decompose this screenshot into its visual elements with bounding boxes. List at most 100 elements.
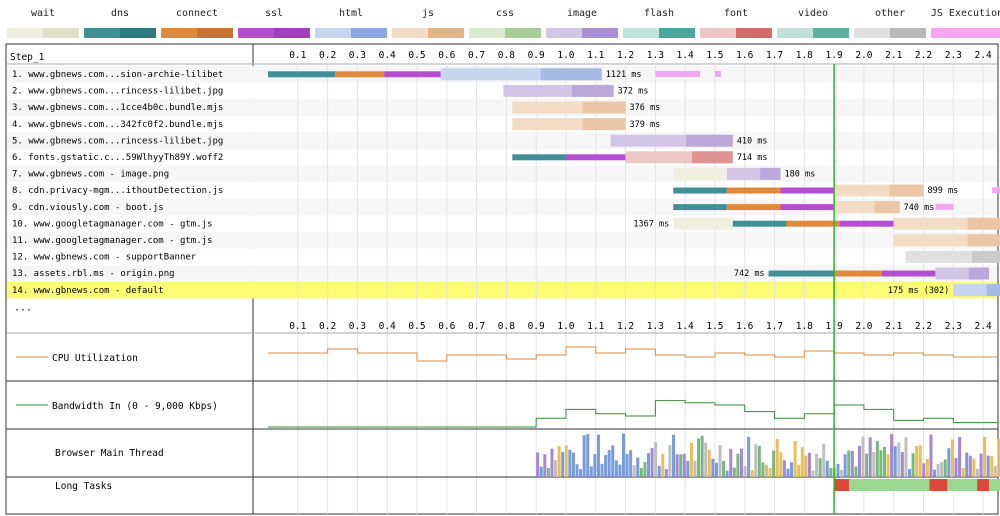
request-bar-segment-dns bbox=[673, 187, 727, 194]
main-thread-bar bbox=[586, 434, 590, 477]
main-thread-bar bbox=[961, 467, 965, 477]
x-tick-label-bottom: 0.4 bbox=[379, 321, 396, 332]
x-tick-label-top: 1.1 bbox=[587, 50, 604, 61]
x-tick-label-bottom: 2.0 bbox=[855, 321, 872, 332]
main-thread-bar bbox=[589, 466, 593, 477]
x-tick-label-bottom: 0.8 bbox=[498, 321, 515, 332]
main-thread-bar bbox=[600, 463, 604, 477]
main-thread-bar bbox=[790, 462, 794, 477]
x-tick-label-top: 0.7 bbox=[468, 50, 485, 61]
main-thread-bar bbox=[829, 468, 833, 477]
main-thread-bar bbox=[557, 446, 561, 477]
main-thread-bar bbox=[604, 455, 608, 477]
main-thread-bar bbox=[668, 445, 672, 477]
main-thread-bar bbox=[582, 435, 586, 477]
x-tick-label-top: 0.8 bbox=[498, 50, 515, 61]
main-thread-bar bbox=[632, 465, 636, 477]
x-tick-label-bottom: 1.1 bbox=[587, 321, 604, 332]
main-thread-bar bbox=[925, 459, 929, 477]
main-thread-bar bbox=[611, 445, 615, 477]
request-bar-download bbox=[760, 167, 781, 180]
step-label: Step_1 bbox=[10, 52, 45, 63]
main-thread-bar bbox=[865, 453, 869, 477]
main-thread-bar bbox=[686, 460, 690, 477]
x-tick-label-top: 2.1 bbox=[885, 50, 902, 61]
main-thread-bar bbox=[729, 448, 733, 477]
request-bar-segment-ssl bbox=[384, 71, 441, 78]
main-thread-bar bbox=[650, 448, 654, 477]
request-label: 7. www.gbnews.com - image.png bbox=[12, 170, 169, 180]
x-tick-label-top: 2.0 bbox=[855, 50, 872, 61]
request-bar-segment-dns bbox=[512, 154, 566, 161]
request-bar-download bbox=[874, 201, 900, 214]
main-thread-bar bbox=[689, 442, 693, 477]
main-thread-bar bbox=[943, 459, 947, 477]
main-thread-bar bbox=[614, 460, 618, 477]
main-thread-bar bbox=[554, 460, 558, 477]
main-thread-bar bbox=[850, 450, 854, 477]
request-bar-segment-wait bbox=[673, 167, 727, 180]
long-task-blocking bbox=[834, 479, 850, 491]
main-thread-bar bbox=[786, 468, 790, 477]
main-thread-bar bbox=[571, 452, 575, 477]
main-thread-bar bbox=[904, 437, 908, 477]
x-tick-label-top: 1.0 bbox=[557, 50, 574, 61]
ellipsis: ... bbox=[14, 302, 32, 313]
request-duration: 376 ms bbox=[630, 103, 661, 113]
request-bar-download bbox=[571, 84, 614, 97]
request-duration: 899 ms bbox=[928, 186, 959, 196]
request-bar-download bbox=[686, 134, 733, 147]
main-thread-bar bbox=[861, 436, 865, 477]
main-thread-bar bbox=[779, 452, 783, 477]
main-thread-bar bbox=[822, 443, 826, 477]
main-thread-bar bbox=[972, 458, 976, 477]
main-thread-bar bbox=[761, 462, 765, 477]
main-thread-bar bbox=[700, 435, 704, 477]
main-thread-bar bbox=[807, 452, 811, 477]
main-thread-bar bbox=[911, 453, 915, 477]
x-tick-label-bottom: 1.4 bbox=[677, 321, 694, 332]
x-tick-label-top: 1.2 bbox=[617, 50, 634, 61]
main-thread-bar bbox=[800, 447, 804, 477]
main-thread-bar bbox=[654, 442, 658, 477]
main-thread-bar bbox=[983, 436, 987, 477]
x-tick-label-bottom: 0.2 bbox=[319, 321, 336, 332]
main-thread-bar bbox=[664, 469, 668, 477]
main-thread-bar bbox=[661, 453, 665, 477]
js-execution-mark bbox=[935, 203, 954, 210]
main-thread-bar bbox=[793, 440, 797, 477]
request-bar-segment-connect bbox=[726, 187, 781, 194]
main-thread-bar bbox=[815, 453, 819, 477]
main-thread-bar bbox=[743, 466, 747, 477]
main-thread-label: Browser Main Thread bbox=[55, 448, 164, 459]
request-bar-segment-connect bbox=[834, 270, 882, 277]
main-thread-bar bbox=[872, 452, 876, 477]
x-tick-label-bottom: 2.4 bbox=[975, 321, 992, 332]
request-label: 8. cdn.privacy-mgm...ithoutDetection.js bbox=[12, 186, 223, 196]
x-tick-label-bottom: 2.3 bbox=[945, 321, 962, 332]
main-thread-bar bbox=[933, 469, 937, 477]
main-thread-bar bbox=[693, 460, 697, 477]
main-thread-bar bbox=[843, 454, 847, 477]
request-bar-segment-connect bbox=[726, 204, 781, 211]
x-tick-label-bottom: 0.9 bbox=[528, 321, 545, 332]
request-bar-download bbox=[968, 267, 990, 280]
x-tick-label-bottom: 0.1 bbox=[289, 321, 306, 332]
main-thread-bar bbox=[772, 450, 776, 477]
main-thread-bar bbox=[643, 461, 647, 477]
main-thread-bar bbox=[947, 448, 951, 477]
main-thread-bar bbox=[722, 460, 726, 477]
request-duration: 379 ms bbox=[630, 120, 661, 130]
waterfall-chart: Step_1... 0.1 0.1 0.2 0.2 0.3 0.3 0.4 0.4 0.5 0.5 0… bbox=[5, 43, 1000, 515]
main-thread-bar bbox=[704, 442, 708, 477]
js-execution-mark bbox=[655, 71, 701, 77]
request-bar-segment-connect bbox=[786, 220, 841, 227]
main-thread-bar bbox=[618, 464, 622, 477]
cpu-label: CPU Utilization bbox=[52, 353, 138, 364]
x-tick-label-bottom: 0.3 bbox=[349, 321, 366, 332]
x-tick-label-top: 2.2 bbox=[915, 50, 932, 61]
x-tick-label-top: 0.5 bbox=[408, 50, 425, 61]
main-thread-bar bbox=[993, 466, 997, 477]
bandwidth-label: Bandwidth In (0 - 9,000 Kbps) bbox=[52, 401, 218, 412]
main-thread-bar bbox=[804, 455, 808, 477]
